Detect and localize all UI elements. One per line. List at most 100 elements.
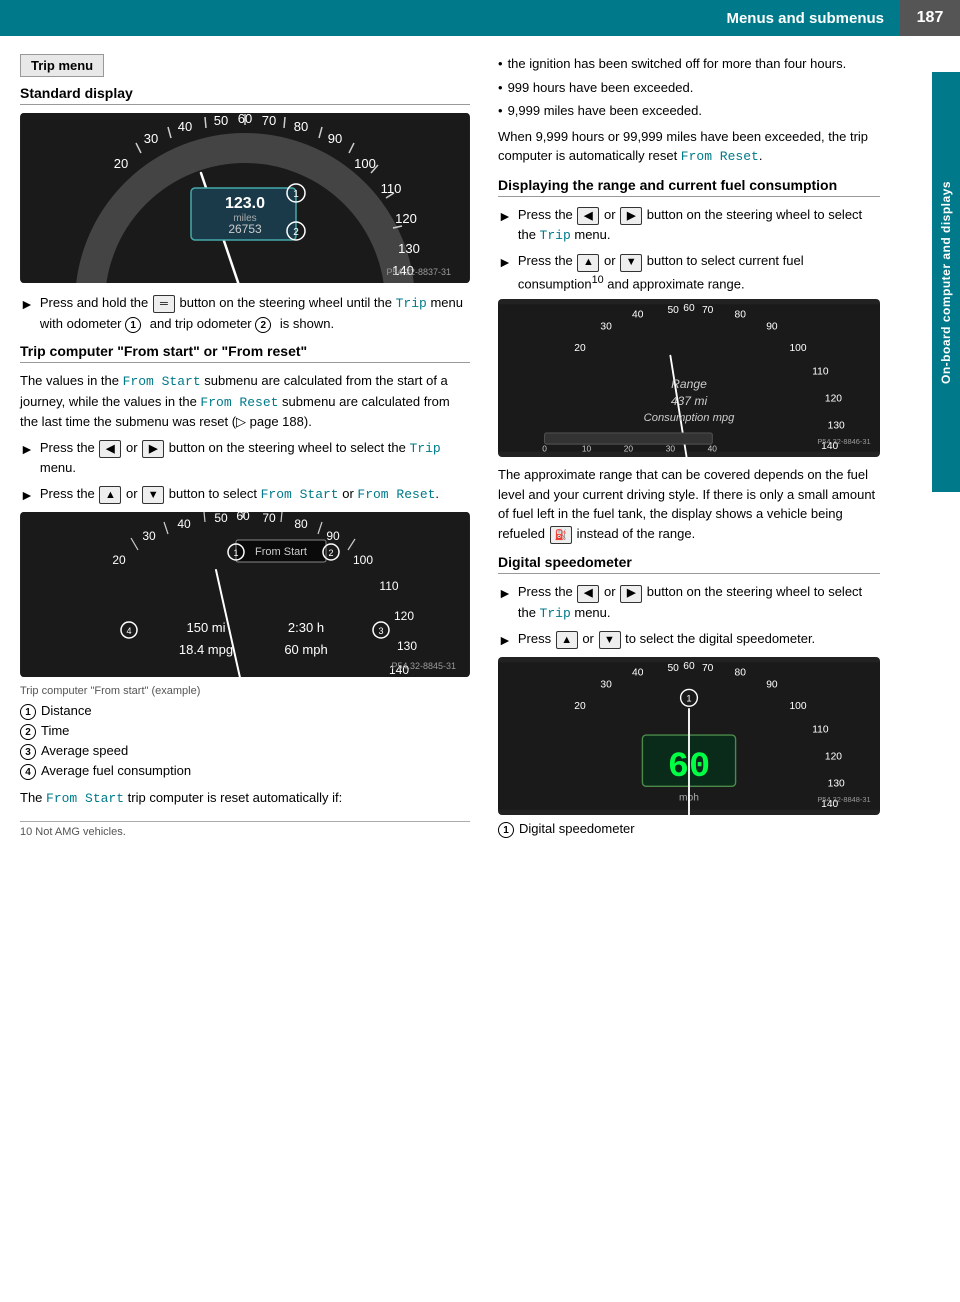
svg-text:100: 100 — [354, 156, 376, 171]
svg-text:4: 4 — [126, 626, 131, 636]
circle-num-4: 4 — [20, 764, 36, 780]
svg-text:P54.32-8848-31: P54.32-8848-31 — [817, 795, 870, 804]
svg-text:40: 40 — [632, 310, 644, 321]
circle-digital: 1 — [498, 822, 514, 838]
svg-text:P54.32-8837-31: P54.32-8837-31 — [386, 267, 451, 277]
circle-num-3: 3 — [20, 744, 36, 760]
press-ud-2: ► Press the ▲ or ▼ button to select curr… — [498, 251, 880, 293]
svg-text:130: 130 — [397, 639, 417, 653]
gauge-svg-4: 20 30 40 50 60 70 80 90 100 110 120 130 … — [498, 657, 880, 815]
svg-text:110: 110 — [381, 181, 402, 196]
svg-text:30: 30 — [600, 680, 612, 691]
down-button-icon-2: ▼ — [620, 254, 642, 272]
svg-text:40: 40 — [178, 119, 192, 134]
main-content: Trip menu Standard display — [0, 36, 960, 841]
right-button-icon-3: ▶ — [620, 585, 642, 603]
displaying-title: Displaying the range and current fuel co… — [498, 177, 880, 197]
svg-text:20: 20 — [112, 553, 126, 567]
header-title-text: Menus and submenus — [726, 10, 884, 27]
svg-text:60: 60 — [683, 661, 695, 672]
header-title: Menus and submenus — [0, 0, 900, 36]
digital-caption-item: 1 Digital speedometer — [498, 821, 880, 838]
up-button-icon-2: ▲ — [577, 254, 599, 272]
svg-text:110: 110 — [379, 579, 398, 593]
arrow-icon-3: ► — [20, 485, 34, 506]
circle-1: 1 — [125, 317, 141, 333]
gauge-svg-3: 20 30 40 50 60 70 80 90 100 110 120 130 … — [498, 299, 880, 457]
svg-text:3: 3 — [378, 626, 383, 636]
arrow-icon-5: ► — [498, 252, 512, 273]
list-item: 3 Average speed — [20, 743, 470, 760]
svg-text:20: 20 — [574, 343, 586, 354]
page-header: Menus and submenus 187 — [0, 0, 960, 36]
svg-text:1: 1 — [233, 548, 238, 558]
digital-speedometer-gauge: 20 30 40 50 60 70 80 90 100 110 120 130 … — [498, 657, 880, 815]
svg-text:437 mi: 437 mi — [671, 394, 708, 408]
circle-num-1: 1 — [20, 704, 36, 720]
svg-text:90: 90 — [766, 680, 778, 691]
gauge-svg-2: 20 30 40 50 60 70 80 90 100 110 120 130 … — [20, 512, 470, 677]
svg-text:130: 130 — [828, 778, 845, 789]
svg-text:Consumption mpg: Consumption mpg — [644, 412, 735, 424]
svg-text:110: 110 — [812, 367, 829, 378]
from-start-reset-text: The From Start trip computer is reset au… — [20, 788, 470, 809]
right-button-icon-1: ▶ — [142, 440, 164, 458]
standard-display-title: Standard display — [20, 85, 470, 105]
press-lr-3: ► Press the ◀ or ▶ button on the steerin… — [498, 582, 880, 623]
bullet-dot-1: • the ignition has been switched off for… — [498, 54, 880, 74]
svg-text:60: 60 — [683, 303, 695, 314]
arrow-icon-6: ► — [498, 583, 512, 604]
digital-speedometer-title: Digital speedometer — [498, 554, 880, 574]
circle-2: 2 — [255, 317, 271, 333]
press-ud-1: ► Press the ▲ or ▼ button to select From… — [20, 484, 470, 506]
svg-text:100: 100 — [353, 553, 373, 567]
svg-text:90: 90 — [328, 131, 342, 146]
svg-text:40: 40 — [632, 668, 644, 679]
press-lr-2: ► Press the ◀ or ▶ button on the steerin… — [498, 205, 880, 246]
svg-text:50: 50 — [214, 113, 228, 128]
trip-computer-gauge: 20 30 40 50 60 70 80 90 100 110 120 130 … — [20, 512, 470, 677]
list-item: 4 Average fuel consumption — [20, 763, 470, 780]
svg-text:70: 70 — [702, 305, 714, 316]
svg-text:30: 30 — [666, 444, 676, 454]
press-hold-item: ► Press and hold the ═ button on the ste… — [20, 293, 470, 333]
trip-computer-title: Trip computer "From start" or "From rese… — [20, 343, 470, 363]
arrow-icon-1: ► — [20, 294, 34, 315]
circle-num-2: 2 — [20, 724, 36, 740]
gauge-svg-1: 20 30 40 50 60 70 80 90 100 110 120 130 … — [20, 113, 470, 283]
left-button-icon-1: ◀ — [99, 440, 121, 458]
svg-text:80: 80 — [294, 517, 308, 531]
svg-text:120: 120 — [394, 609, 414, 623]
dot-icon-2: • — [498, 78, 503, 98]
svg-text:80: 80 — [735, 668, 747, 679]
up-button-icon-1: ▲ — [99, 486, 121, 504]
svg-text:70: 70 — [702, 663, 714, 674]
svg-text:100: 100 — [789, 701, 806, 712]
bullet-dot-3: • 9,999 miles have been exceeded. — [498, 101, 880, 121]
svg-text:18.4 mpg: 18.4 mpg — [179, 642, 233, 657]
svg-text:10: 10 — [582, 444, 592, 454]
svg-text:From Start: From Start — [255, 546, 307, 558]
svg-text:40: 40 — [708, 444, 718, 454]
left-button-icon-3: ◀ — [577, 585, 599, 603]
svg-text:120: 120 — [825, 751, 842, 762]
svg-text:2:30 h: 2:30 h — [288, 620, 324, 635]
svg-text:30: 30 — [142, 529, 156, 543]
svg-text:50: 50 — [667, 663, 679, 674]
trip-values-text: The values in the From Start submenu are… — [20, 371, 470, 432]
svg-text:90: 90 — [326, 529, 340, 543]
menu-button-icon: ═ — [153, 295, 175, 313]
svg-text:70: 70 — [262, 512, 276, 525]
svg-text:70: 70 — [262, 113, 276, 128]
svg-text:20: 20 — [624, 444, 634, 454]
header-page-number: 187 — [900, 0, 960, 36]
list-item: 2 Time — [20, 723, 470, 740]
footnote: 10 Not AMG vehicles. — [20, 821, 470, 838]
press-text-item: ► Press ▲ or ▼ to select the digital spe… — [498, 629, 880, 651]
svg-text:30: 30 — [144, 131, 158, 146]
svg-text:120: 120 — [395, 211, 417, 226]
right-button-icon-2: ▶ — [620, 207, 642, 225]
trip-caption: Trip computer "From start" (example) — [20, 683, 470, 700]
svg-text:100: 100 — [789, 343, 806, 354]
svg-text:1: 1 — [293, 189, 299, 200]
